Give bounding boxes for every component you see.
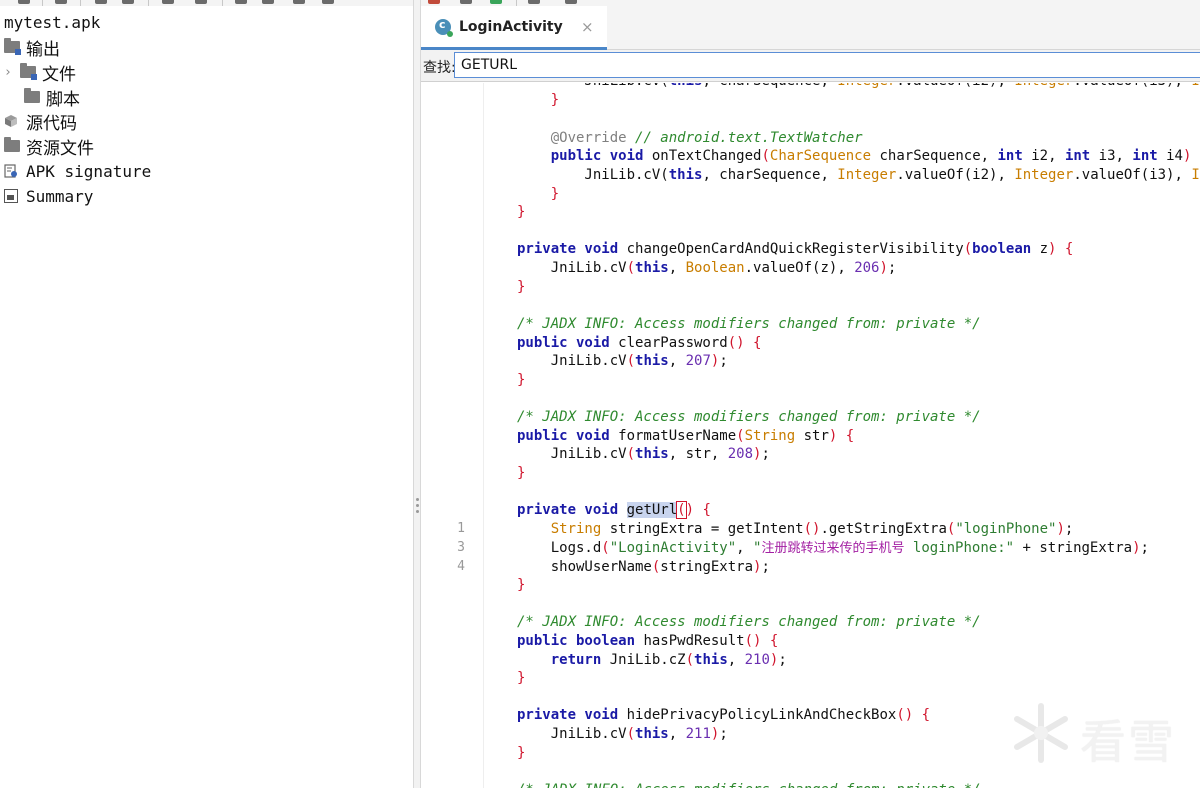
package-icon — [5, 115, 17, 127]
folder-icon — [20, 63, 37, 80]
tree-item-output[interactable]: 输出 — [4, 35, 60, 60]
toolbar-save-icon[interactable] — [122, 0, 134, 4]
tree-item-label: 文件 — [42, 64, 76, 85]
code-line: showUserName(stringExtra); — [517, 559, 770, 575]
toolbar-sync-icon[interactable] — [55, 0, 67, 4]
close-icon[interactable]: × — [581, 18, 594, 36]
code-line: private void changeOpenCardAndQuickRegis… — [517, 241, 1074, 257]
code-line: } — [517, 372, 526, 388]
line-number: 3 — [457, 540, 465, 555]
code-line: } — [517, 204, 526, 220]
code-line: Logs.d("LoginActivity", "注册跳转过来传的手机号 log… — [517, 540, 1149, 556]
editor-tab-bar: LoginActivity × — [421, 6, 1200, 50]
summary-icon — [4, 189, 18, 203]
folder-icon — [4, 137, 20, 152]
tree-item-label: 输出 — [26, 39, 60, 60]
tab-login-activity[interactable]: LoginActivity × — [421, 6, 607, 50]
code-line: JniLib.cV(this, Boolean.valueOf(z), 206)… — [517, 260, 897, 276]
code-line: /* JADX INFO: Access modifiers changed f… — [517, 781, 981, 788]
code-line: public void onTextChanged(CharSequence c… — [550, 148, 1200, 164]
tree-item-summary[interactable]: Summary — [4, 184, 93, 208]
code-line: } — [517, 577, 526, 593]
snowflake-icon — [1014, 703, 1068, 763]
code-line: @Override // android.text.TextWatcher — [550, 130, 863, 146]
grip-dot — [416, 498, 419, 501]
project-tree: mytest.apk 输出 › 文件 脚本 源代码 资源文件 APK signa… — [0, 6, 413, 788]
panel-splitter[interactable] — [413, 0, 421, 788]
code-line: } — [517, 745, 526, 761]
code-area: JniLib.cV(this, charSequence, Integer.va… — [517, 83, 1200, 788]
toolbar-log-icon[interactable] — [428, 0, 440, 4]
code-line: JniLib.cV(this, 207); — [517, 353, 728, 369]
code-line: return JniLib.cZ(this, 210); — [550, 652, 787, 668]
code-line: public void formatUserName(String str) { — [517, 428, 855, 444]
code-line: private void getUrl() { — [517, 501, 711, 519]
toolbar-search-icon[interactable] — [235, 0, 247, 4]
code-line: JniLib.cV(this, charSequence, Integer.va… — [517, 83, 1200, 91]
code-line: /* JADX INFO: Access modifiers changed f… — [517, 409, 981, 425]
watermark-text: 看雪 — [1080, 715, 1176, 769]
tree-item-label: APK signature — [26, 161, 152, 181]
code-line: } — [517, 670, 526, 686]
toolbar-collapse-icon[interactable] — [195, 0, 207, 4]
code-line: JniLib.cV(this, 211); — [517, 726, 728, 742]
code-line: JniLib.cV(this, str, 208); — [517, 446, 770, 462]
code-line: JniLib.cV(this, charSequence, Integer.va… — [517, 167, 1200, 183]
code-line: public boolean hasPwdResult() { — [517, 633, 779, 649]
toolbar-open-icon[interactable] — [18, 0, 30, 4]
grip-dot — [416, 510, 419, 513]
folder-icon — [4, 38, 21, 55]
folder-icon — [24, 88, 40, 103]
toolbar-settings-icon[interactable] — [528, 0, 540, 4]
tree-item-resources[interactable]: 资源文件 — [4, 134, 94, 159]
tree-item-label: 源代码 — [26, 113, 77, 134]
class-icon — [435, 18, 453, 37]
line-number: 1 — [457, 521, 465, 536]
tree-item-label: Summary — [26, 186, 94, 206]
tree-item-files[interactable]: › 文件 — [4, 60, 76, 85]
tree-root[interactable]: mytest.apk — [4, 10, 100, 34]
code-line: /* JADX INFO: Access modifiers changed f… — [517, 316, 981, 332]
tree-item-source[interactable]: 源代码 — [4, 109, 77, 134]
code-line: String stringExtra = getIntent().getStri… — [550, 521, 1074, 537]
search-bar: 查找: — [421, 50, 1200, 82]
tree-root-label: mytest.apk — [4, 12, 101, 32]
code-line: } — [550, 186, 560, 202]
tab-title: LoginActivity — [459, 18, 563, 35]
watermark: 看雪 — [1008, 700, 1198, 770]
code-line: /* JADX INFO: Access modifiers changed f… — [517, 614, 981, 630]
code-editor[interactable]: 1 3 4 JniLib.cV(this, charSequence, Inte… — [421, 83, 1200, 788]
toolbar-search-usage-icon[interactable] — [293, 0, 305, 4]
toolbar-deobf-icon[interactable] — [322, 0, 334, 4]
toolbar-android-icon[interactable] — [490, 0, 502, 4]
tree-item-scripts[interactable]: 脚本 — [24, 85, 80, 110]
line-number: 4 — [457, 559, 465, 574]
code-line: public void clearPassword() { — [517, 335, 762, 351]
line-gutter: 1 3 4 — [421, 83, 483, 788]
toolbar-back-icon[interactable] — [565, 0, 577, 4]
certificate-icon — [4, 164, 17, 178]
toolbar-expand-icon[interactable] — [162, 0, 174, 4]
toolbar-decompile-icon[interactable] — [460, 0, 472, 4]
code-line: private void hidePrivacyPolicyLinkAndChe… — [517, 707, 931, 723]
code-line: } — [517, 279, 526, 295]
tree-item-label: 脚本 — [46, 89, 80, 110]
search-label: 查找: — [423, 60, 456, 76]
grip-dot — [416, 504, 419, 507]
code-line: } — [517, 465, 526, 481]
search-input[interactable] — [454, 52, 1200, 78]
tree-item-label: 资源文件 — [26, 138, 94, 159]
tree-item-apk-signature[interactable]: APK signature — [4, 159, 151, 183]
chevron-right-icon[interactable]: › — [4, 65, 12, 80]
toolbar-search-class-icon[interactable] — [262, 0, 274, 4]
code-line: } — [550, 92, 560, 108]
toolbar-flatten-icon[interactable] — [95, 0, 107, 4]
fold-guide — [483, 83, 484, 788]
